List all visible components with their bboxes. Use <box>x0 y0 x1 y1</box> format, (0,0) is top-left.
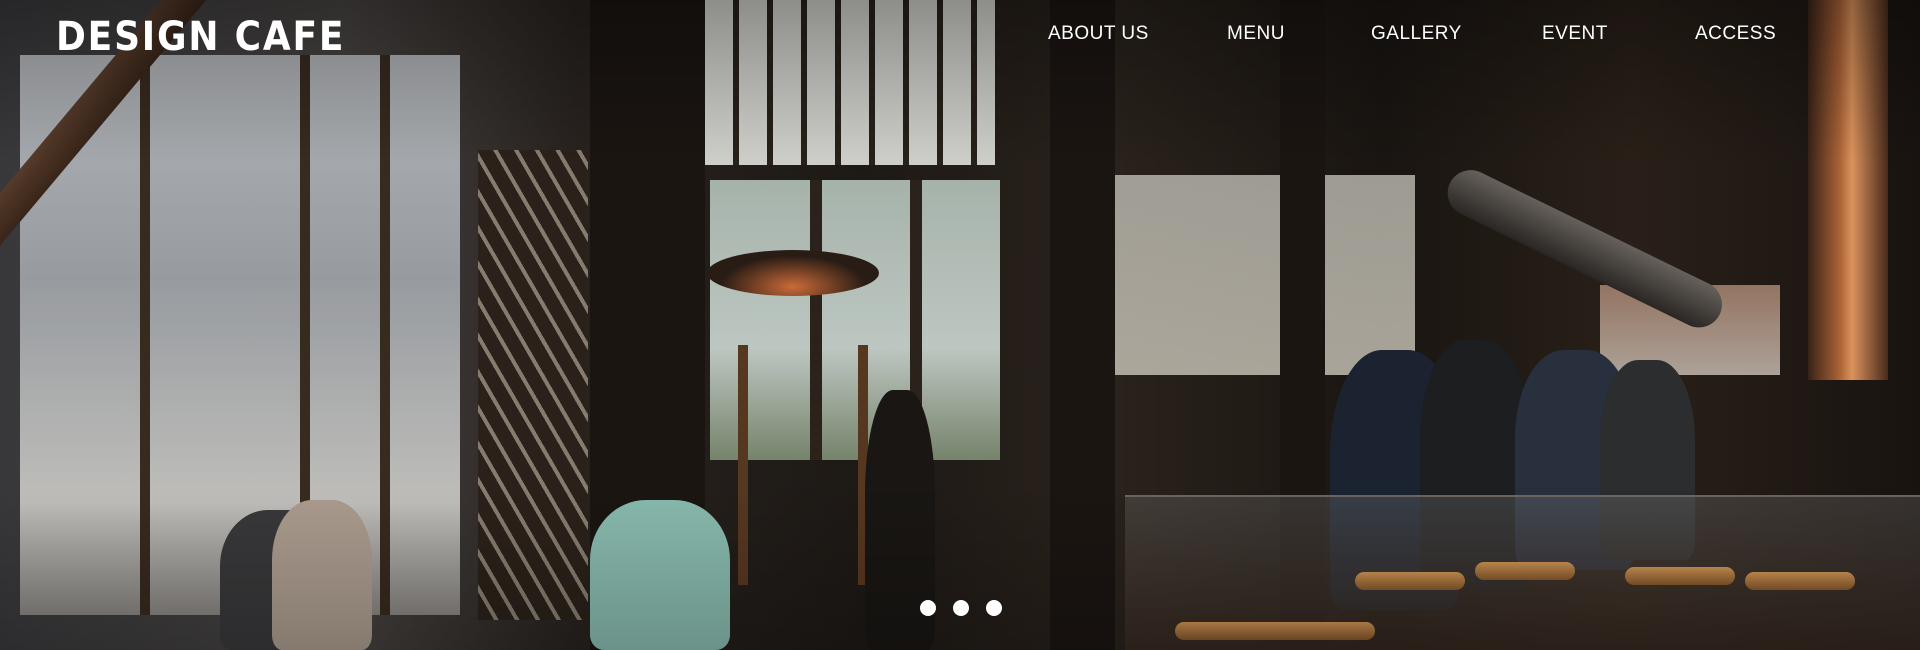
hero-banner: DESIGN CAFE ABOUT US MENU GALLERY EVENT … <box>0 0 1920 650</box>
nav-access[interactable]: ACCESS <box>1695 23 1776 45</box>
slider-dot-2[interactable] <box>953 600 969 616</box>
slider-pagination <box>920 600 1002 616</box>
nav-gallery[interactable]: GALLERY <box>1371 23 1462 45</box>
slider-dot-1[interactable] <box>920 600 936 616</box>
slider-dot-3[interactable] <box>986 600 1002 616</box>
nav-event[interactable]: EVENT <box>1542 23 1608 45</box>
nav-about-us[interactable]: ABOUT US <box>1048 23 1149 45</box>
main-navigation: ABOUT US MENU GALLERY EVENT ACCESS <box>0 23 1920 51</box>
photo-overlay <box>0 0 1920 650</box>
nav-menu[interactable]: MENU <box>1227 23 1285 45</box>
